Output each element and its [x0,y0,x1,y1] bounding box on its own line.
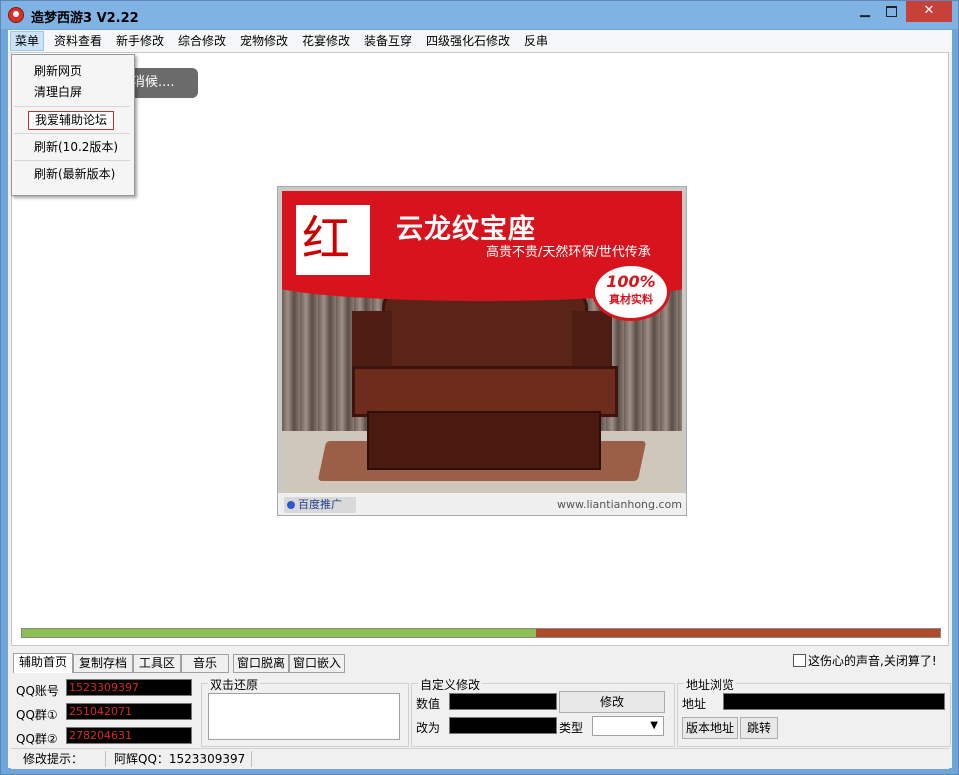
menu-equip-swap[interactable]: 装备互穿 [360,32,416,50]
maximize-button[interactable] [878,1,904,22]
ad-footer: 百度推广 www.liantianhong.com [278,493,686,515]
status-divider [105,751,106,767]
change-to-field[interactable] [449,717,557,734]
throne-seat [352,366,618,417]
ad-subtitle: 高贵不贵/天然环保/世代传承 [486,245,651,260]
qq-group1-field[interactable]: 251042071 [66,703,192,720]
qq-account-label: QQ账号 [16,684,59,698]
status-divider [251,751,252,767]
badge-text: 真材实料 [609,293,653,306]
mute-option[interactable]: 这伤心的声音,关闭算了! [793,652,937,669]
qq-group2-label: QQ群② [16,732,58,746]
title-bar[interactable]: 造梦西游3 V2.22 ▁ ✕ [1,1,958,29]
menu-general[interactable]: 综合修改 [174,32,230,50]
client-area: 菜单 资料查看 新手修改 综合修改 宠物修改 花宴修改 装备互穿 四级强化石修改… [8,30,952,769]
window-title: 造梦西游3 V2.22 [31,11,139,26]
home-panel: QQ账号 1523309397 QQ群① 251042071 QQ群② 2782… [11,673,951,749]
ad-banner[interactable]: 红 云龙纹宝座 高贵不贵/天然环保/世代传承 100% 真材实料 百度推广 ww… [277,186,687,516]
maximize-icon [885,6,897,17]
menu-refresh-v102[interactable]: 刷新(10.2版本) [34,138,118,156]
main-menu-dropdown: 刷新网页 清理白屏 我爱辅助论坛 刷新(10.2版本) 刷新(最新版本) [11,54,135,196]
restore-group: 双击还原 [201,676,409,747]
ad-logo-text: 红 [302,211,351,267]
web-browser[interactable]: 消候.... 红 云龙纹宝座 高贵不贵/天然环保/世代传承 100% 真材实料 … [11,52,949,646]
address-browse-group: 地址浏览 地址 版本地址 跳转 [677,676,951,747]
minimize-button[interactable]: ▁ [852,1,878,22]
qq-account-field[interactable]: 1523309397 [66,679,192,696]
mute-checkbox[interactable] [793,654,806,667]
baidu-promo-label[interactable]: 百度推广 [284,497,356,513]
tab-copy-save[interactable]: 复制存档 [73,654,133,673]
chevron-down-icon: ▼ [650,720,658,731]
menu-crossdress[interactable]: 反串 [520,32,552,50]
menu-clear-white-screen[interactable]: 清理白屏 [34,83,82,101]
throne-back [382,291,588,377]
menu-refresh-latest[interactable]: 刷新(最新版本) [34,165,115,183]
menu-stone[interactable]: 四级强化石修改 [422,32,514,50]
qq-group1-label: QQ群① [16,708,58,722]
ad-url: www.liantianhong.com [556,498,682,511]
version-address-button[interactable]: 版本地址 [682,717,738,739]
tab-home[interactable]: 辅助首页 [13,653,73,674]
menu-newbie[interactable]: 新手修改 [112,32,168,50]
modify-button[interactable]: 修改 [559,691,665,713]
change-to-label: 改为 [416,721,441,735]
type-select[interactable]: ▼ [592,716,664,736]
menu-forum[interactable]: 我爱辅助论坛 [28,111,115,130]
menu-main[interactable]: 菜单 [10,31,45,51]
tab-embed-window[interactable]: 窗口嵌入 [289,654,345,673]
restore-label: 双击还原 [208,676,261,693]
menu-profile[interactable]: 资料查看 [50,32,106,50]
menu-refresh-page[interactable]: 刷新网页 [34,62,82,80]
ad-image: 红 云龙纹宝座 高贵不贵/天然环保/世代传承 100% 真材实料 [282,191,682,493]
qq-group2-field[interactable]: 278204631 [66,727,192,744]
progress-bar [21,628,941,638]
main-window: 造梦西游3 V2.22 ▁ ✕ 菜单 资料查看 新手修改 综合修改 宠物修改 花… [0,0,959,775]
custom-modify-label: 自定义修改 [418,676,483,693]
status-author: 阿辉QQ：1523309397 [114,752,246,766]
menu-separator [14,133,130,134]
tab-detach-window[interactable]: 窗口脱离 [233,654,289,673]
tab-tools[interactable]: 工具区 [133,654,181,673]
badge-percent: 100% [606,272,656,291]
address-field[interactable] [723,693,945,710]
value-label: 数值 [416,697,441,711]
custom-modify-group: 自定义修改 数值 修改 改为 类型 ▼ [411,676,675,747]
mute-label: 这伤心的声音,关闭算了! [808,654,937,668]
throne-arm-left [352,311,392,371]
jump-button[interactable]: 跳转 [740,717,778,739]
close-button[interactable]: ✕ [906,1,952,22]
status-bar: 修改提示： 阿辉QQ：1523309397 [11,748,949,769]
tab-music[interactable]: 音乐 [181,654,229,673]
type-label: 类型 [559,721,584,735]
menu-bar: 菜单 资料查看 新手修改 综合修改 宠物修改 花宴修改 装备互穿 四级强化石修改… [8,30,952,53]
menu-feast[interactable]: 花宴修改 [298,32,354,50]
restore-list[interactable] [208,693,400,740]
menu-separator [14,106,130,107]
throne-arm-right [572,311,612,371]
ad-badge: 100% 真材实料 [592,263,670,321]
status-hint: 修改提示： [23,752,84,766]
menu-separator [14,160,130,161]
address-browse-label: 地址浏览 [684,676,737,693]
value-field[interactable] [449,693,557,710]
progress-fill [22,629,537,637]
ad-logo: 红 [296,205,370,275]
app-icon [8,7,24,23]
address-label: 地址 [682,697,707,711]
throne-base [367,411,601,470]
menu-pet[interactable]: 宠物修改 [236,32,292,50]
